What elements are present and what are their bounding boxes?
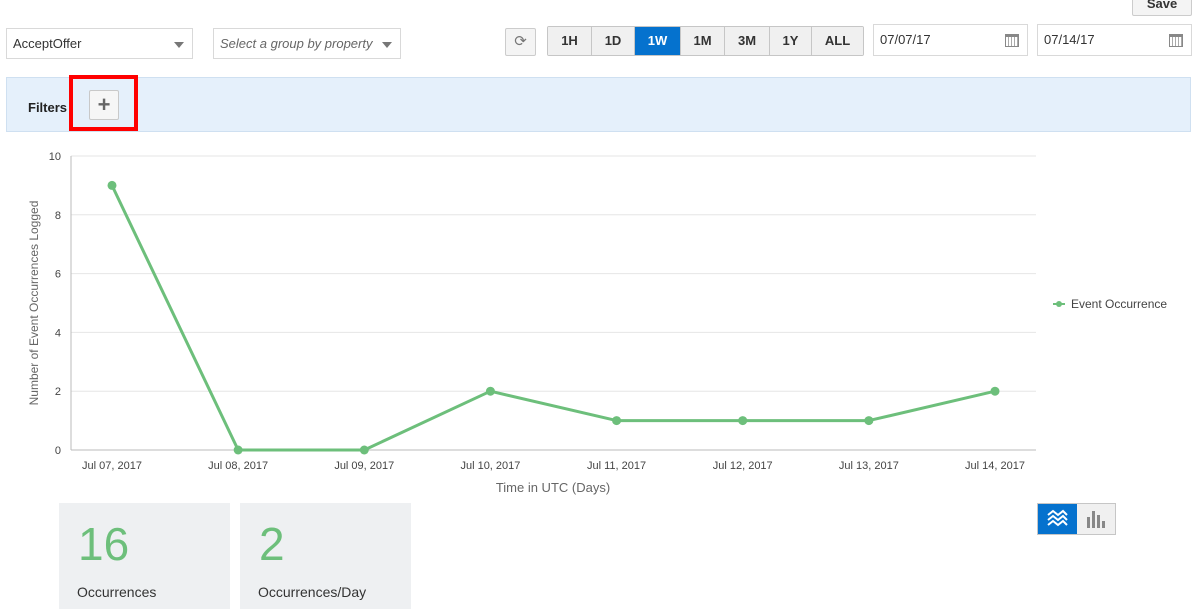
- filters-label: Filters: [28, 100, 68, 115]
- chevron-down-icon: [382, 42, 392, 48]
- range-button-1h[interactable]: 1H: [548, 27, 592, 55]
- x-tick-label: Jul 09, 2017: [334, 460, 394, 472]
- date-from-value: 07/07/17: [880, 32, 931, 47]
- group-by-select[interactable]: Select a group by property: [213, 28, 401, 59]
- y-tick-label: 8: [55, 210, 61, 222]
- series-layer: [107, 180, 1000, 455]
- range-button-1d[interactable]: 1D: [592, 27, 635, 55]
- y-tick-label: 0: [55, 445, 61, 457]
- range-button-1m[interactable]: 1M: [681, 27, 725, 55]
- chevron-down-icon: [174, 42, 184, 48]
- occurrences-per-day-label: Occurrences/Day: [258, 584, 367, 600]
- chart-view-toggle: [1037, 503, 1116, 535]
- x-axis-label: Time in UTC (Days): [496, 480, 610, 495]
- occurrences-value: 16: [78, 518, 130, 570]
- x-tick-label: Jul 12, 2017: [713, 460, 773, 472]
- y-axis-label: Number of Event Occurrences Logged: [27, 201, 41, 406]
- range-button-all[interactable]: ALL: [812, 27, 863, 55]
- series-line: [110, 184, 996, 452]
- x-tick-label: Jul 07, 2017: [82, 460, 142, 472]
- time-range-group: 1H 1D 1W 1M 3M 1Y ALL: [547, 26, 864, 56]
- range-button-1y[interactable]: 1Y: [770, 27, 812, 55]
- legend-label: Event Occurrence: [1071, 297, 1167, 311]
- occurrences-per-day-value: 2: [259, 518, 285, 570]
- event-occurrence-chart: 0 2 4 6 8 10 Jul 07, 2017 Jul 08, 2017 Jul 09, …: [27, 151, 1167, 495]
- occurrences-label: Occurrences: [77, 584, 157, 600]
- data-point[interactable]: [233, 445, 243, 455]
- y-tick-label: 4: [55, 327, 61, 339]
- line-view-button[interactable]: [1038, 504, 1077, 534]
- legend-marker-icon: [1056, 301, 1062, 307]
- calendar-icon[interactable]: [1169, 34, 1183, 47]
- y-tick-label: 10: [49, 151, 61, 163]
- occurrences-card: 16 Occurrences: [59, 503, 230, 609]
- x-tick-label: Jul 08, 2017: [208, 460, 268, 472]
- save-button[interactable]: Save: [1132, 0, 1192, 16]
- range-button-3m[interactable]: 3M: [725, 27, 770, 55]
- x-axis-ticks: Jul 07, 2017 Jul 08, 2017 Jul 09, 2017 Jul …: [82, 460, 1025, 472]
- highlight-box: [69, 75, 138, 131]
- x-tick-label: Jul 11, 2017: [587, 460, 646, 472]
- data-point[interactable]: [864, 416, 874, 426]
- refresh-button[interactable]: ⟳: [505, 28, 536, 56]
- occurrences-per-day-card: 2 Occurrences/Day: [240, 503, 411, 609]
- grid-lines: [71, 155, 1036, 392]
- date-from-input[interactable]: 07/07/17: [873, 24, 1028, 56]
- y-tick-label: 6: [55, 269, 61, 281]
- calendar-icon[interactable]: [1005, 34, 1019, 47]
- y-tick-label: 2: [55, 386, 61, 398]
- refresh-icon: ⟳: [514, 33, 527, 50]
- event-select-value: AcceptOffer: [13, 36, 82, 51]
- date-to-input[interactable]: 07/14/17: [1037, 24, 1192, 56]
- range-button-1w[interactable]: 1W: [635, 27, 681, 55]
- x-tick-label: Jul 14, 2017: [965, 460, 1025, 472]
- data-point[interactable]: [738, 416, 748, 426]
- group-by-placeholder: Select a group by property: [220, 36, 373, 51]
- line-icon: [1047, 509, 1068, 527]
- x-tick-label: Jul 10, 2017: [460, 460, 520, 472]
- event-select[interactable]: AcceptOffer: [6, 28, 193, 59]
- data-point[interactable]: [107, 180, 117, 190]
- date-to-value: 07/14/17: [1044, 32, 1095, 47]
- bar-chart-icon: [1086, 511, 1105, 528]
- y-axis-ticks: 0 2 4 6 8 10: [49, 151, 61, 457]
- filters-bar: Filters +: [6, 77, 1191, 132]
- x-tick-label: Jul 13, 2017: [839, 460, 899, 472]
- data-point[interactable]: [990, 386, 1000, 396]
- data-point[interactable]: [359, 445, 369, 455]
- bar-view-button[interactable]: [1076, 504, 1115, 534]
- data-point[interactable]: [612, 416, 622, 426]
- chart-legend[interactable]: Event Occurrence: [1053, 297, 1167, 311]
- data-point[interactable]: [485, 386, 495, 396]
